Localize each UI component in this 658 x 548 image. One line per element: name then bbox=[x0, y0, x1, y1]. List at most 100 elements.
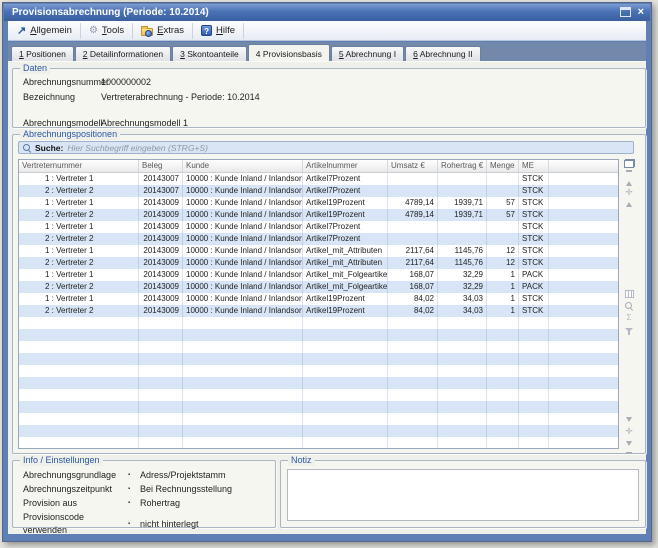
table-row[interactable]: 1 : Vertreter 12014300910000 : Kunde Inl… bbox=[19, 221, 618, 233]
cell: 10000 : Kunde Inland / Inlandsort bbox=[183, 245, 303, 257]
table-row[interactable]: 2 : Vertreter 22014300910000 : Kunde Inl… bbox=[19, 233, 618, 245]
cell: Artikel7Prozent bbox=[303, 221, 388, 233]
column-header-4[interactable]: Artikelnummer bbox=[303, 160, 388, 172]
menu-item-label: Hilfe bbox=[216, 25, 235, 36]
cell: 2 : Vertreter 2 bbox=[19, 281, 139, 293]
tab-6[interactable]: 6 Abrechnung II bbox=[405, 46, 481, 61]
cell: 10000 : Kunde Inland / Inlandsort bbox=[183, 185, 303, 197]
menu-item-hilfe[interactable]: ?Hilfe bbox=[196, 23, 244, 39]
info-fields: Abrechnungsgrundlage▪Adress/Projektstamm… bbox=[13, 469, 275, 537]
cell: 2 : Vertreter 2 bbox=[19, 209, 139, 221]
cell: 12 bbox=[487, 257, 519, 269]
notiz-group: Notiz bbox=[280, 460, 646, 528]
tab-4[interactable]: 4 Provisionsbasis bbox=[248, 44, 330, 61]
cell bbox=[438, 173, 487, 185]
cell: 32,29 bbox=[438, 281, 487, 293]
field-value: Rohertrag bbox=[140, 497, 180, 510]
close-icon[interactable]: × bbox=[638, 7, 644, 17]
tab-1[interactable]: 1 Positionen bbox=[11, 46, 74, 61]
menu-item-tools[interactable]: ⚙Tools bbox=[84, 23, 133, 39]
cell: 10000 : Kunde Inland / Inlandsort bbox=[183, 233, 303, 245]
scroll-to-top-icon[interactable] bbox=[626, 174, 632, 186]
cell: 20143009 bbox=[139, 293, 183, 305]
line-down-icon[interactable] bbox=[626, 413, 632, 425]
cell: 1145,76 bbox=[438, 257, 487, 269]
grid-column-line bbox=[138, 317, 139, 448]
cell: Artikel_mit_Folgeartikel bbox=[303, 269, 388, 281]
cell bbox=[438, 185, 487, 197]
cell-filler bbox=[549, 293, 618, 305]
table-row[interactable]: 1 : Vertreter 12014300910000 : Kunde Inl… bbox=[19, 293, 618, 305]
column-header-filler bbox=[549, 160, 618, 172]
field-value: 1000000002 bbox=[101, 76, 645, 88]
table-row[interactable]: 2 : Vertreter 22014300910000 : Kunde Inl… bbox=[19, 305, 618, 317]
tab-2[interactable]: 2 Detailinformationen bbox=[75, 46, 171, 61]
column-header-3[interactable]: Kunde bbox=[183, 160, 303, 172]
page-up-icon[interactable]: ✛ bbox=[625, 186, 633, 198]
menu-item-allgemein[interactable]: ↗Allgemein bbox=[12, 23, 81, 39]
bullet-icon: ▪ bbox=[128, 518, 140, 531]
column-header-6[interactable]: Rohertrag € bbox=[438, 160, 487, 172]
filter-icon[interactable] bbox=[625, 324, 633, 336]
cell: 84,02 bbox=[388, 305, 438, 317]
cell: 20143007 bbox=[139, 173, 183, 185]
cell bbox=[487, 173, 519, 185]
cell: STCK bbox=[519, 233, 549, 245]
line-up-icon[interactable] bbox=[626, 198, 632, 210]
table-row[interactable]: 2 : Vertreter 22014300910000 : Kunde Inl… bbox=[19, 281, 618, 293]
columns-view-icon[interactable] bbox=[625, 288, 634, 300]
cell: 4789,14 bbox=[388, 209, 438, 221]
table-row[interactable]: 1 : Vertreter 12014300910000 : Kunde Inl… bbox=[19, 269, 618, 281]
cell: 20143009 bbox=[139, 269, 183, 281]
bullet-icon: ▪ bbox=[128, 497, 140, 510]
scroll-to-bottom-icon[interactable] bbox=[626, 437, 632, 449]
grid-search-icon[interactable] bbox=[625, 300, 633, 312]
info-caption: Info / Einstellungen bbox=[20, 455, 103, 466]
cell-filler bbox=[549, 209, 618, 221]
cell: PACK bbox=[519, 281, 549, 293]
menu-item-label: Extras bbox=[157, 25, 184, 36]
column-header-2[interactable]: Beleg bbox=[139, 160, 183, 172]
cell: 2 : Vertreter 2 bbox=[19, 305, 139, 317]
cell: 2117,64 bbox=[388, 245, 438, 257]
cell-filler bbox=[549, 197, 618, 209]
table-row[interactable]: 2 : Vertreter 22014300910000 : Kunde Inl… bbox=[19, 209, 618, 221]
cell: 84,02 bbox=[388, 293, 438, 305]
cell: 20143009 bbox=[139, 257, 183, 269]
column-header-1[interactable]: Vertreternummer bbox=[19, 160, 139, 172]
grid-empty-area bbox=[19, 317, 618, 448]
cell: STCK bbox=[519, 209, 549, 221]
sum-icon[interactable]: Σ bbox=[627, 312, 632, 324]
table-row[interactable]: 1 : Vertreter 12014300910000 : Kunde Inl… bbox=[19, 245, 618, 257]
table-row[interactable]: 1 : Vertreter 12014300910000 : Kunde Inl… bbox=[19, 197, 618, 209]
cell: STCK bbox=[519, 293, 549, 305]
table-row[interactable]: 2 : Vertreter 22014300710000 : Kunde Inl… bbox=[19, 185, 618, 197]
cell: Artikel7Prozent bbox=[303, 233, 388, 245]
daten-field: Abrechnungsnummer1000000002 bbox=[13, 76, 645, 88]
field-label: Abrechnungsmodell bbox=[23, 117, 101, 129]
column-header-7[interactable]: Menge bbox=[487, 160, 519, 172]
search-input[interactable]: Suche: Hier Suchbegriff eingeben (STRG+S… bbox=[18, 141, 634, 154]
tab-5[interactable]: 5 Abrechnung I bbox=[331, 46, 404, 61]
restore-icon[interactable] bbox=[620, 7, 631, 17]
menu-item-extras[interactable]: Extras bbox=[136, 23, 193, 39]
grid-column-line bbox=[437, 317, 438, 448]
bullet-icon: ▪ bbox=[128, 469, 140, 482]
table-row[interactable]: 2 : Vertreter 22014300910000 : Kunde Inl… bbox=[19, 257, 618, 269]
column-header-8[interactable]: ME bbox=[519, 160, 549, 172]
cell: 1 : Vertreter 1 bbox=[19, 245, 139, 257]
menu-item-label: Tools bbox=[102, 25, 124, 36]
field-label: Abrechnungsnummer bbox=[23, 76, 101, 88]
notiz-textarea[interactable] bbox=[287, 469, 639, 521]
cell: 32,29 bbox=[438, 269, 487, 281]
cell: 1 bbox=[487, 293, 519, 305]
cell-filler bbox=[549, 233, 618, 245]
cell: Artikel19Prozent bbox=[303, 209, 388, 221]
cell bbox=[487, 185, 519, 197]
column-chooser-icon[interactable] bbox=[624, 159, 635, 168]
cell: Artikel_mit_Attributen bbox=[303, 257, 388, 269]
table-row[interactable]: 1 : Vertreter 12014300710000 : Kunde Inl… bbox=[19, 173, 618, 185]
column-header-5[interactable]: Umsatz € bbox=[388, 160, 438, 172]
tab-3[interactable]: 3 Skontoanteile bbox=[172, 46, 247, 61]
cell: STCK bbox=[519, 257, 549, 269]
